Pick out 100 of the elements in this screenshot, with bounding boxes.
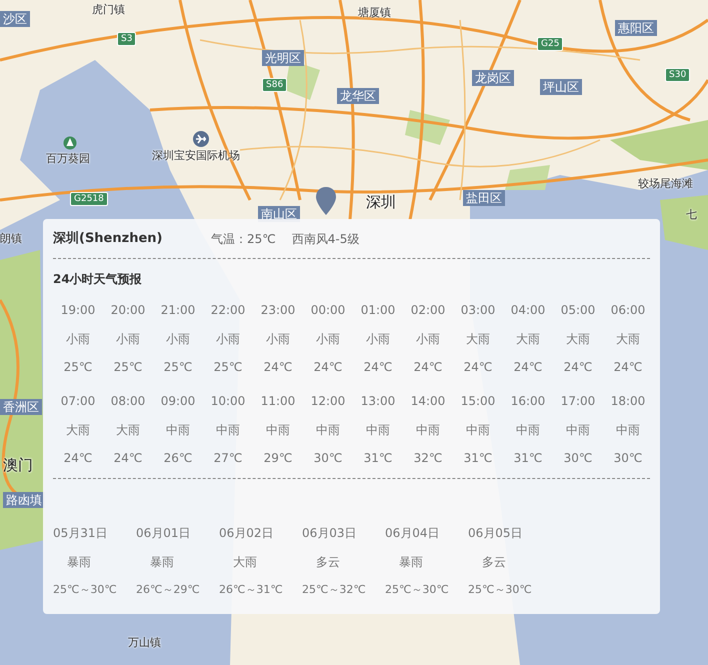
hour-temperature: 31℃ (364, 450, 392, 467)
day-date: 05月31日 (53, 525, 109, 542)
hour-temperature: 25℃ (214, 359, 242, 376)
hour-temperature: 30℃ (564, 450, 592, 467)
day-date: 06月01日 (136, 525, 192, 542)
district-label: 沙区 (0, 11, 30, 27)
hour-temperature: 31℃ (514, 450, 542, 467)
hour-weather: 小雨 (366, 331, 390, 348)
district-label: 惠阳区 (615, 20, 657, 36)
hour-time: 13:00 (360, 393, 396, 410)
hour-time: 09:00 (160, 393, 196, 410)
place-label: 百万葵园 (46, 152, 90, 166)
place-label: 七 (686, 208, 697, 222)
hour-temperature: 31℃ (464, 450, 492, 467)
hour-weather: 小雨 (66, 331, 90, 348)
hour-temperature: 32℃ (414, 450, 442, 467)
hour-temperature: 25℃ (164, 359, 192, 376)
hour-weather: 中雨 (616, 422, 640, 439)
road-shield: G25 (537, 37, 564, 51)
district-label: 坪山区 (540, 79, 582, 95)
road-shield: S3 (117, 32, 136, 46)
hour-time: 23:00 (260, 302, 296, 319)
hour-temperature: 30℃ (614, 450, 642, 467)
hour-temperature: 25℃ (64, 359, 92, 376)
hour-temperature: 24℃ (414, 359, 442, 376)
hour-weather: 中雨 (466, 422, 490, 439)
day-temperature-range: 25℃～30℃ (385, 582, 450, 598)
hour-temperature: 24℃ (114, 450, 142, 467)
hour-time: 14:00 (410, 393, 446, 410)
hour-temperature: 24℃ (364, 359, 392, 376)
city-label: 澳门 (3, 456, 33, 474)
hour-time: 16:00 (510, 393, 546, 410)
hour-weather: 中雨 (216, 422, 240, 439)
hour-temperature: 26℃ (164, 450, 192, 467)
place-label: 较场尾海滩 (638, 177, 693, 191)
day-date: 06月04日 (385, 525, 441, 542)
place-label: 朗镇 (0, 232, 22, 246)
day-date: 06月02日 (219, 525, 275, 542)
hour-weather: 中雨 (166, 422, 190, 439)
hour-weather: 大雨 (466, 331, 490, 348)
district-label: 香洲区 (0, 399, 42, 415)
hour-temperature: 24℃ (64, 450, 92, 467)
hour-weather: 中雨 (566, 422, 590, 439)
day-weather: 暴雨 (149, 554, 175, 571)
hour-time: 04:00 (510, 302, 546, 319)
hour-temperature: 27℃ (214, 450, 242, 467)
day-weather: 多云 (315, 554, 341, 571)
hour-time: 07:00 (60, 393, 96, 410)
place-label: 塘厦镇 (358, 6, 391, 20)
day-weather: 暴雨 (398, 554, 424, 571)
city-label: 深圳 (366, 193, 396, 211)
hour-temperature: 24℃ (614, 359, 642, 376)
hour-weather: 小雨 (266, 331, 290, 348)
hour-weather: 中雨 (516, 422, 540, 439)
hour-temperature: 29℃ (264, 450, 292, 467)
hour-time: 21:00 (160, 302, 196, 319)
day-temperature-range: 25℃～32℃ (302, 582, 367, 598)
hour-weather: 中雨 (316, 422, 340, 439)
hour-weather: 小雨 (416, 331, 440, 348)
hour-time: 05:00 (560, 302, 596, 319)
hour-time: 19:00 (60, 302, 96, 319)
road-shield: S30 (665, 68, 690, 82)
hour-time: 06:00 (610, 302, 646, 319)
day-temperature-range: 26℃～29℃ (136, 582, 201, 598)
day-temperature-range: 25℃～30℃ (53, 582, 118, 598)
tree-icon (63, 136, 77, 150)
hour-temperature: 25℃ (114, 359, 142, 376)
road-shield: S86 (262, 78, 288, 92)
hour-time: 22:00 (210, 302, 246, 319)
temperature-text: 气温：25℃ (211, 230, 276, 248)
hour-temperature: 24℃ (514, 359, 542, 376)
hour-weather: 中雨 (366, 422, 390, 439)
hour-weather: 小雨 (116, 331, 140, 348)
hour-weather: 大雨 (616, 331, 640, 348)
district-label: 路凼填 (3, 492, 45, 508)
hour-time: 03:00 (460, 302, 496, 319)
hour-time: 20:00 (110, 302, 146, 319)
hour-time: 00:00 (310, 302, 346, 319)
hour-weather: 小雨 (216, 331, 240, 348)
hour-time: 17:00 (560, 393, 596, 410)
day-weather: 暴雨 (66, 554, 92, 571)
road-shield: G2518 (70, 192, 108, 206)
day-temperature-range: 26℃～31℃ (219, 582, 284, 598)
map-pin-icon[interactable] (315, 186, 337, 216)
hour-temperature: 24℃ (314, 359, 342, 376)
hour-weather: 大雨 (566, 331, 590, 348)
hour-time: 02:00 (410, 302, 446, 319)
wind-text: 西南风4-5级 (292, 230, 360, 248)
day-temperature-range: 25℃～30℃ (468, 582, 533, 598)
day-weather: 大雨 (232, 554, 258, 571)
hour-time: 08:00 (110, 393, 146, 410)
hour-weather: 大雨 (516, 331, 540, 348)
district-label: 龙华区 (337, 88, 379, 104)
airplane-icon (193, 131, 209, 147)
hour-time: 15:00 (460, 393, 496, 410)
hour-weather: 小雨 (166, 331, 190, 348)
hour-time: 10:00 (210, 393, 246, 410)
hour-time: 18:00 (610, 393, 646, 410)
day-date: 06月03日 (302, 525, 358, 542)
hour-time: 12:00 (310, 393, 346, 410)
